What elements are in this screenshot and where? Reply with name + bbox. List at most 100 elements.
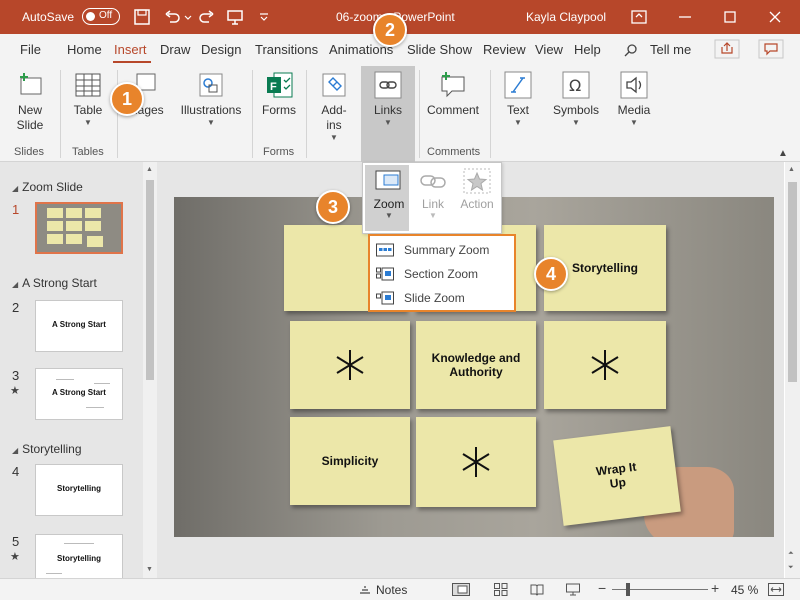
sticky-note-asterisk[interactable] bbox=[416, 417, 536, 507]
collapse-section-icon: ◢ bbox=[12, 446, 19, 455]
slide-scrollbar[interactable]: ▲ ⏶ ⏷ bbox=[785, 162, 800, 578]
group-label-forms: Forms bbox=[263, 146, 295, 158]
slide-number: 2 bbox=[12, 300, 20, 315]
autosave-toggle[interactable]: Off bbox=[82, 8, 120, 25]
close-icon[interactable] bbox=[766, 8, 784, 26]
zoom-level[interactable]: 45 % bbox=[731, 583, 758, 597]
tab-review[interactable]: Review bbox=[483, 42, 526, 57]
asterisk-icon bbox=[336, 350, 364, 380]
scroll-down-icon[interactable]: ▼ bbox=[146, 566, 153, 573]
scrollbar-thumb[interactable] bbox=[146, 180, 154, 380]
tab-slide-show[interactable]: Slide Show bbox=[407, 42, 472, 57]
section-title: Storytelling bbox=[22, 442, 82, 456]
add-ins-label: Add- ins bbox=[321, 103, 347, 132]
slide-thumbnail-2[interactable]: A Strong Start bbox=[35, 300, 123, 352]
undo-dropdown-icon[interactable] bbox=[183, 8, 193, 26]
action-button[interactable]: Action bbox=[455, 167, 499, 211]
section-zoom-icon bbox=[376, 267, 394, 281]
thumbnail-scrollbar[interactable]: ▲ ▼ bbox=[143, 162, 157, 578]
thumbnail-title: Storytelling bbox=[56, 484, 101, 493]
scroll-up-icon[interactable]: ▲ bbox=[788, 166, 795, 173]
summary-zoom-menu-item[interactable]: Summary Zoom bbox=[374, 239, 512, 261]
zoom-out-button[interactable]: − bbox=[598, 580, 606, 596]
ribbon-display-icon[interactable] bbox=[630, 8, 648, 26]
tab-transitions[interactable]: Transitions bbox=[255, 42, 318, 57]
step-callout-3: 3 bbox=[316, 190, 350, 224]
sticky-note-asterisk[interactable] bbox=[544, 321, 666, 409]
tab-insert[interactable]: Insert bbox=[114, 42, 147, 57]
forms-button[interactable]: F Forms bbox=[258, 70, 300, 118]
section-header[interactable]: ◢ A Strong Start bbox=[12, 276, 97, 290]
thumbnail-text-line bbox=[56, 379, 74, 380]
add-ins-icon bbox=[322, 73, 346, 97]
text-button[interactable]: Text ▼ bbox=[498, 70, 538, 128]
links-button[interactable]: Links ▼ bbox=[364, 70, 412, 128]
slide-thumbnail-1[interactable] bbox=[35, 202, 123, 254]
section-zoom-menu-item[interactable]: Section Zoom bbox=[374, 263, 512, 285]
slide-zoom-menu-item[interactable]: Slide Zoom bbox=[374, 287, 512, 309]
tab-view[interactable]: View bbox=[535, 42, 563, 57]
zoom-in-button[interactable]: + bbox=[711, 580, 719, 596]
zoom-slider-thumb[interactable] bbox=[626, 583, 630, 596]
table-button[interactable]: Table ▼ bbox=[68, 70, 108, 128]
action-star-icon bbox=[463, 168, 491, 194]
tab-draw[interactable]: Draw bbox=[160, 42, 190, 57]
collapse-ribbon-icon[interactable]: ▲ bbox=[778, 148, 788, 159]
slideshow-view-icon[interactable] bbox=[566, 583, 580, 596]
media-button[interactable]: Media ▼ bbox=[612, 70, 656, 128]
user-name[interactable]: Kayla Claypool bbox=[526, 10, 606, 24]
tab-home[interactable]: Home bbox=[67, 42, 102, 57]
slide-thumbnail-4[interactable]: Storytelling bbox=[35, 464, 123, 516]
next-slide-icon[interactable]: ⏷ bbox=[788, 564, 794, 572]
save-icon[interactable] bbox=[133, 8, 151, 26]
zoom-button[interactable]: Zoom ▼ bbox=[367, 167, 411, 221]
new-slide-button[interactable]: New Slide bbox=[8, 70, 52, 133]
redo-icon[interactable] bbox=[198, 8, 216, 26]
forms-icon: F bbox=[267, 72, 293, 98]
table-dropdown-icon: ▼ bbox=[84, 118, 92, 127]
add-ins-button[interactable]: Add- ins ▼ bbox=[312, 70, 356, 143]
tab-design[interactable]: Design bbox=[201, 42, 241, 57]
section-title: A Strong Start bbox=[22, 276, 97, 290]
present-icon[interactable] bbox=[226, 8, 244, 26]
scroll-up-icon[interactable]: ▲ bbox=[146, 166, 153, 173]
illustrations-button[interactable]: Illustrations ▼ bbox=[178, 70, 244, 128]
slide-number: 4 bbox=[12, 464, 20, 479]
link-button[interactable]: Link ▼ bbox=[411, 167, 455, 221]
reading-view-icon[interactable] bbox=[530, 583, 544, 596]
search-icon[interactable] bbox=[624, 43, 638, 57]
slide-sorter-icon[interactable] bbox=[494, 583, 508, 596]
maximize-icon[interactable] bbox=[721, 8, 739, 26]
text-icon bbox=[504, 71, 532, 99]
tell-me-box[interactable]: Tell me bbox=[650, 42, 691, 57]
sticky-note-simplicity[interactable]: Simplicity bbox=[290, 417, 410, 505]
notes-button[interactable]: Notes bbox=[376, 583, 407, 597]
fit-slide-icon[interactable] bbox=[768, 583, 784, 596]
share-icon[interactable] bbox=[714, 39, 740, 59]
undo-icon[interactable] bbox=[163, 8, 181, 26]
comment-button[interactable]: Comment bbox=[424, 70, 482, 118]
thumbnail-text-line bbox=[86, 407, 104, 408]
sticky-note-asterisk[interactable] bbox=[290, 321, 410, 409]
illustrations-dropdown-icon: ▼ bbox=[207, 118, 215, 127]
minimize-icon[interactable] bbox=[676, 8, 694, 26]
customize-toolbar-icon[interactable] bbox=[258, 8, 270, 26]
tab-help[interactable]: Help bbox=[574, 42, 601, 57]
sticky-note-knowledge[interactable]: Knowledge and Authority bbox=[416, 321, 536, 409]
section-header[interactable]: ◢ Zoom Slide bbox=[12, 180, 83, 194]
tab-file[interactable]: File bbox=[20, 42, 41, 57]
symbols-button[interactable]: Ω Symbols ▼ bbox=[550, 70, 602, 128]
slide-thumbnail-3[interactable]: A Strong Start bbox=[35, 368, 123, 420]
previous-slide-icon[interactable]: ⏶ bbox=[788, 550, 794, 558]
section-zoom-label: Section Zoom bbox=[404, 267, 479, 281]
step-callout-2: 2 bbox=[373, 13, 407, 47]
separator bbox=[252, 70, 253, 158]
autosave-label: AutoSave bbox=[22, 10, 75, 24]
section-header[interactable]: ◢ Storytelling bbox=[12, 442, 82, 456]
scrollbar-thumb[interactable] bbox=[788, 182, 797, 382]
asterisk-icon bbox=[591, 350, 619, 380]
normal-view-icon[interactable] bbox=[452, 583, 470, 596]
comments-icon[interactable] bbox=[758, 39, 784, 59]
sticky-note-wrap-it-up[interactable]: Wrap It Up bbox=[553, 426, 681, 526]
slide-number: 5 bbox=[12, 534, 20, 549]
